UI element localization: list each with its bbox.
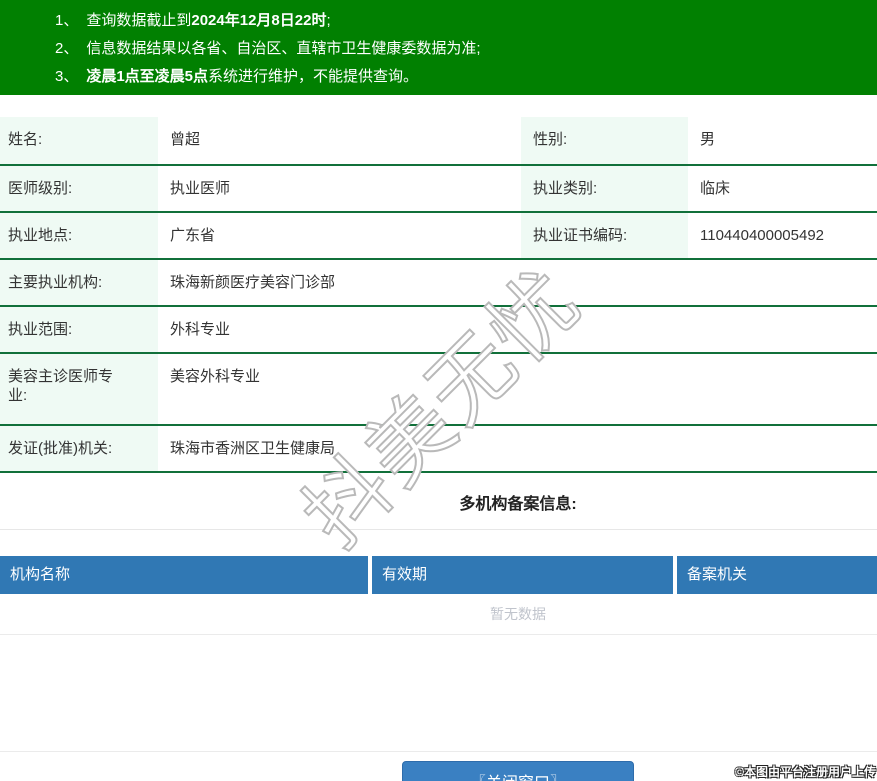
practice-location-value: 广东省 [158, 213, 521, 258]
backup-section-title: 多机构备案信息: [0, 473, 877, 530]
info-row-name-gender: 姓名: 曾超 性别: 男 [0, 117, 877, 166]
doctor-level-label: 医师级别: [0, 166, 158, 211]
name-value: 曾超 [158, 117, 521, 164]
info-row-main-institution: 主要执业机构: 珠海新颜医疗美容门诊部 [0, 260, 877, 307]
close-window-button[interactable]: 〖关闭窗口〗 [402, 761, 634, 781]
practice-scope-value: 外科专业 [158, 307, 877, 352]
info-row-location-certificate: 执业地点: 广东省 执业证书编码: 110440400005492 [0, 213, 877, 260]
gender-label: 性别: [521, 117, 688, 164]
issuing-authority-label: 发证(批准)机关: [0, 426, 158, 471]
info-row-practice-scope: 执业范围: 外科专业 [0, 307, 877, 354]
gender-value: 男 [688, 117, 877, 164]
info-row-level-category: 医师级别: 执业医师 执业类别: 临床 [0, 166, 877, 213]
practice-scope-label: 执业范围: [0, 307, 158, 352]
page: 1、查询数据截止到2024年12月8日22时; 2、信息数据结果以各省、自治区、… [0, 0, 877, 781]
doctor-info-table: 姓名: 曾超 性别: 男 医师级别: 执业医师 执业类别: 临床 执业地点: 广… [0, 117, 877, 473]
backup-col-validity-period: 有效期 [372, 556, 673, 594]
certificate-no-label: 执业证书编码: [521, 213, 688, 258]
notice-text-bold: 凌晨1点至凌晨5点 [86, 68, 208, 85]
info-row-cosmetic-specialty: 美容主诊医师专业: 美容外科专业 [0, 354, 877, 426]
button-row: 〖关闭窗口〗 [0, 752, 877, 781]
notice-text: ; [326, 12, 330, 29]
notice-text-bold: 2024年12月8日22时 [191, 12, 326, 29]
name-label: 姓名: [0, 117, 158, 164]
notice-banner: 1、查询数据截止到2024年12月8日22时; 2、信息数据结果以各省、自治区、… [0, 0, 877, 95]
main-institution-label: 主要执业机构: [0, 260, 158, 305]
practice-location-label: 执业地点: [0, 213, 158, 258]
notice-number: 1、 [55, 12, 78, 29]
backup-col-institution-name: 机构名称 [0, 556, 368, 594]
notice-text: 系统进行维护，不能提供查询。 [208, 68, 418, 85]
notice-text: 信息数据结果以各省、自治区、直辖市卫生健康委数据为准; [86, 40, 480, 57]
practice-category-label: 执业类别: [521, 166, 688, 211]
doctor-level-value: 执业医师 [158, 166, 521, 211]
cosmetic-specialty-label: 美容主诊医师专业: [0, 354, 158, 424]
main-institution-value: 珠海新颜医疗美容门诊部 [158, 260, 877, 305]
backup-table-empty-text: 暂无数据 [0, 594, 877, 635]
practice-category-value: 临床 [688, 166, 877, 211]
notice-line-1: 1、查询数据截止到2024年12月8日22时; [55, 7, 877, 35]
issuing-authority-value: 珠海市香洲区卫生健康局 [158, 426, 877, 471]
notice-line-3: 3、凌晨1点至凌晨5点系统进行维护，不能提供查询。 [55, 63, 877, 91]
notice-number: 2、 [55, 40, 78, 57]
backup-table-header: 机构名称 有效期 备案机关 [0, 556, 877, 594]
spacer [0, 635, 877, 752]
notice-number: 3、 [55, 68, 78, 85]
certificate-no-value: 110440400005492 [688, 213, 877, 258]
info-row-issuing-authority: 发证(批准)机关: 珠海市香洲区卫生健康局 [0, 426, 877, 473]
notice-text: 查询数据截止到 [86, 12, 191, 29]
cosmetic-specialty-value: 美容外科专业 [158, 354, 877, 424]
notice-line-2: 2、信息数据结果以各省、自治区、直辖市卫生健康委数据为准; [55, 35, 877, 63]
backup-col-filing-authority: 备案机关 [677, 556, 877, 594]
